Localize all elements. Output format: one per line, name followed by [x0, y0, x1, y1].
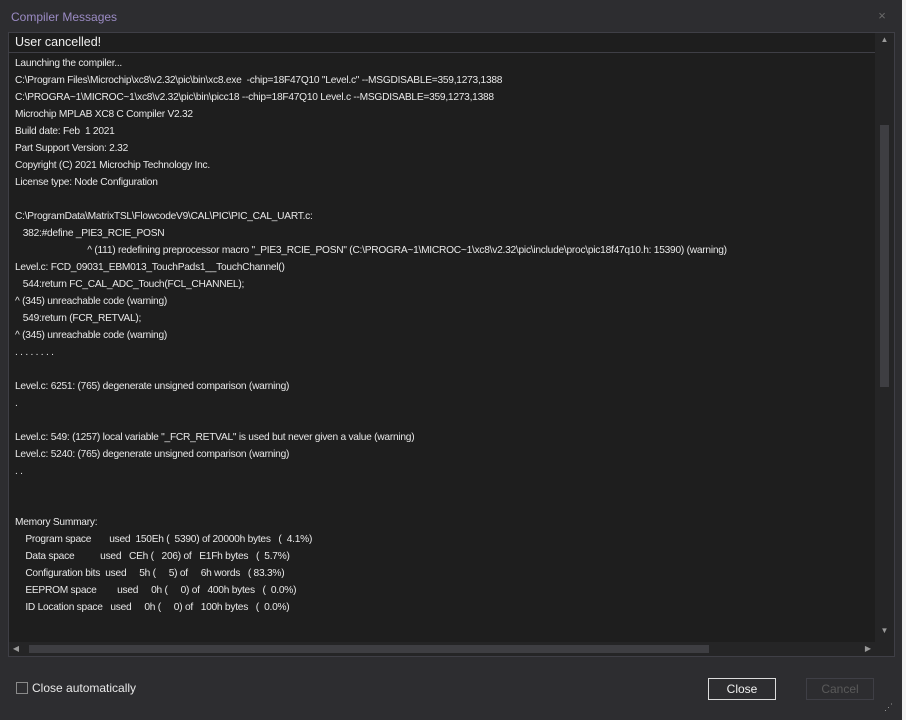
title-bar: Compiler Messages ×	[0, 0, 902, 32]
output-line: C:\Program Files\Microchip\xc8\v2.32\pic…	[15, 75, 503, 86]
output-line: ID Location space used 0h ( 0) of 100h b…	[15, 602, 290, 613]
output-line: ^ (111) redefining preprocessor macro "_…	[15, 245, 727, 256]
window-title: Compiler Messages	[11, 10, 118, 24]
output-line: 382:#define _PIE3_RCIE_POSN	[15, 228, 165, 239]
cancel-button: Cancel	[806, 678, 874, 700]
output-line: Microchip MPLAB XC8 C Compiler V2.32	[15, 109, 193, 120]
output-line: Level.c: 549: (1257) local variable "_FC…	[15, 432, 415, 443]
close-button[interactable]: Close	[708, 678, 776, 700]
compiler-output-box[interactable]: User cancelled! Launching the compiler..…	[8, 32, 895, 657]
output-line: . .	[15, 466, 23, 477]
output-line: ^ (345) unreachable code (warning)	[15, 296, 168, 307]
output-line: Configuration bits used 5h ( 5) of 6h wo…	[15, 568, 285, 579]
close-automatically-label: Close automatically	[32, 681, 137, 695]
output-line: Copyright (C) 2021 Microchip Technology …	[15, 160, 210, 171]
status-message: User cancelled!	[9, 33, 875, 53]
scroll-right-icon[interactable]: ▶	[861, 642, 875, 656]
vertical-scrollbar[interactable]: ▲ ▼	[875, 33, 894, 638]
output-line: Program space used 150Eh ( 5390) of 2000…	[15, 534, 313, 545]
compiler-messages-dialog: Compiler Messages × User cancelled! Laun…	[0, 0, 902, 720]
output-line: C:\ProgramData\MatrixTSL\FlowcodeV9\CAL\…	[15, 211, 313, 222]
horizontal-scrollbar[interactable]: ◀ ▶	[9, 642, 875, 656]
output-line: Part Support Version: 2.32	[15, 143, 128, 154]
output-lines: Launching the compiler... C:\Program File…	[15, 55, 875, 641]
scrollbar-corner	[875, 638, 894, 656]
output-line: Launching the compiler...	[15, 58, 123, 69]
output-line: Level.c: FCD_09031_EBM013_TouchPads1__To…	[15, 262, 285, 273]
scroll-down-icon[interactable]: ▼	[875, 624, 894, 638]
close-automatically-option[interactable]: Close automatically	[16, 680, 136, 696]
output-line: C:\PROGRA~1\MICROC~1\xc8\v2.32\pic\bin\p…	[15, 92, 494, 103]
scroll-left-icon[interactable]: ◀	[9, 642, 23, 656]
resize-grip-icon[interactable]: ⋰	[884, 702, 893, 713]
output-line: EEPROM space used 0h ( 0) of 400h bytes …	[15, 585, 297, 596]
output-line: License type: Node Configuration	[15, 177, 158, 188]
close-window-icon[interactable]: ×	[874, 8, 890, 24]
output-line: Level.c: 5240: (765) degenerate unsigned…	[15, 449, 290, 460]
output-line: Memory Summary:	[15, 517, 98, 528]
background-window-edge	[902, 0, 906, 720]
vertical-scroll-thumb[interactable]	[880, 125, 889, 387]
output-line: 544:return FC_CAL_ADC_Touch(FCL_CHANNEL)…	[15, 279, 245, 290]
output-line: .	[15, 398, 18, 409]
output-line: 549:return (FCR_RETVAL);	[15, 313, 142, 324]
output-line: Data space used CEh ( 206) of E1Fh bytes…	[15, 551, 290, 562]
output-line: . . . . . . . .	[15, 347, 54, 358]
scroll-up-icon[interactable]: ▲	[875, 33, 894, 47]
output-line: Build date: Feb 1 2021	[15, 126, 115, 137]
output-line: Level.c: 6251: (765) degenerate unsigned…	[15, 381, 290, 392]
horizontal-scroll-thumb[interactable]	[29, 645, 709, 653]
close-automatically-checkbox[interactable]	[16, 682, 28, 694]
output-line: ^ (345) unreachable code (warning)	[15, 330, 168, 341]
